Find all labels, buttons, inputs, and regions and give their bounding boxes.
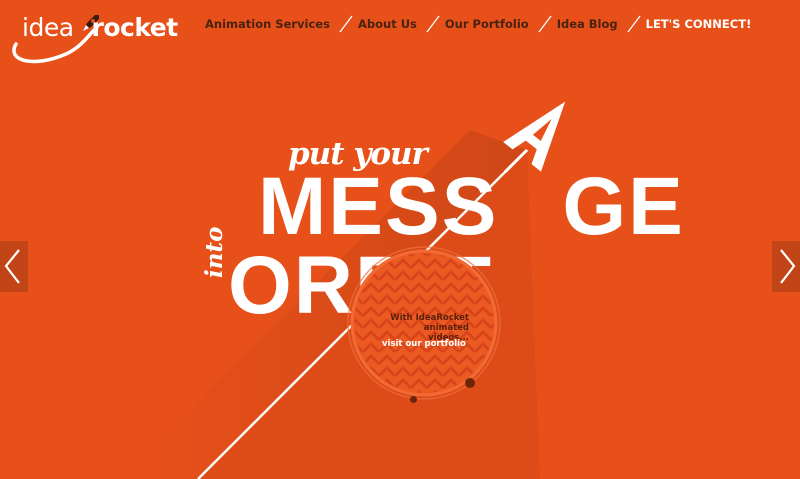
- headline-into: into: [201, 226, 228, 278]
- slider-prev-button[interactable]: [0, 241, 28, 292]
- idearocket-logo[interactable]: idea rocket: [4, 6, 182, 64]
- hero-slide: idea rocket Animation Services About Us O…: [0, 0, 800, 479]
- nav-idea-blog[interactable]: Idea Blog: [529, 15, 618, 33]
- nav-label: Animation Services: [205, 17, 330, 31]
- headline-message-right: GE: [562, 161, 685, 252]
- nav-lets-connect[interactable]: LET'S CONNECT!: [618, 15, 752, 33]
- logo-wordmark: idea rocket: [22, 13, 178, 42]
- nav-label: LET'S CONNECT!: [645, 17, 752, 31]
- nav-animation-services[interactable]: Animation Services: [205, 17, 330, 31]
- chevron-left-icon: [4, 249, 20, 284]
- nav-label: Our Portfolio: [444, 17, 529, 31]
- slash-divider-icon: [627, 15, 641, 33]
- decor-dot-small: [410, 396, 417, 403]
- chevron-right-icon: [780, 249, 796, 284]
- nav-label: Idea Blog: [556, 17, 618, 31]
- slash-divider-icon: [538, 15, 552, 33]
- headline-message-left: MESS: [258, 161, 499, 252]
- slash-divider-icon: [426, 15, 440, 33]
- logo-text-idea: idea: [22, 13, 74, 42]
- nav-our-portfolio[interactable]: Our Portfolio: [417, 15, 529, 33]
- slider-next-button[interactable]: [772, 241, 800, 292]
- headline-message: MESS GE: [258, 166, 685, 248]
- main-nav: Animation Services About Us Our Portfoli…: [205, 14, 751, 34]
- logo-text-rocket: rocket: [91, 13, 179, 42]
- nav-about-us[interactable]: About Us: [330, 15, 417, 33]
- slash-divider-icon: [339, 15, 353, 33]
- decor-dot-large: [465, 378, 475, 388]
- nav-label: About Us: [357, 17, 417, 31]
- visit-portfolio-link[interactable]: visit our portfolio: [382, 339, 466, 349]
